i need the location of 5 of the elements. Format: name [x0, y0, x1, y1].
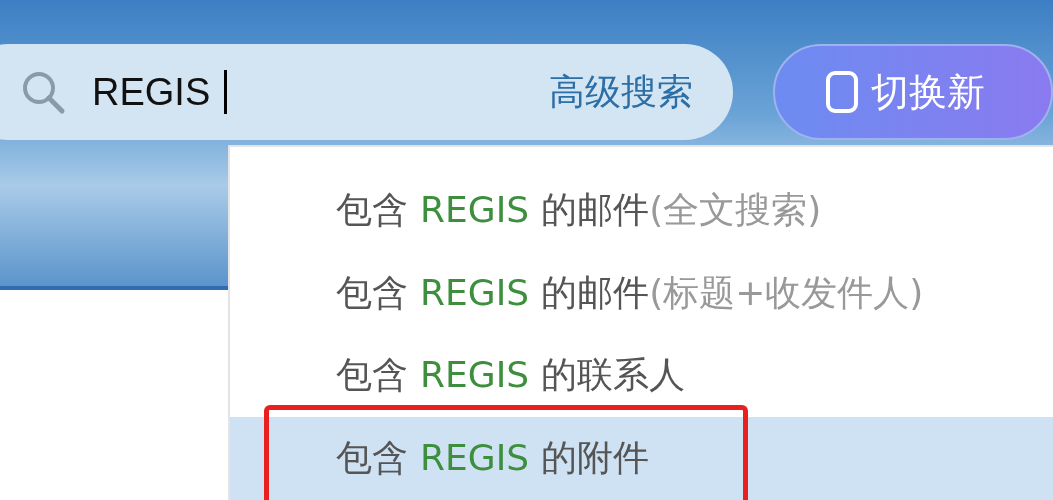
- advanced-search-link[interactable]: 高级搜索: [549, 67, 693, 117]
- search-field[interactable]: REGIS 高级搜索: [0, 44, 733, 140]
- search-icon: [20, 69, 66, 115]
- square-icon: [825, 70, 859, 114]
- suggestion-item[interactable]: 包含 REGIS 的附件: [230, 417, 1053, 500]
